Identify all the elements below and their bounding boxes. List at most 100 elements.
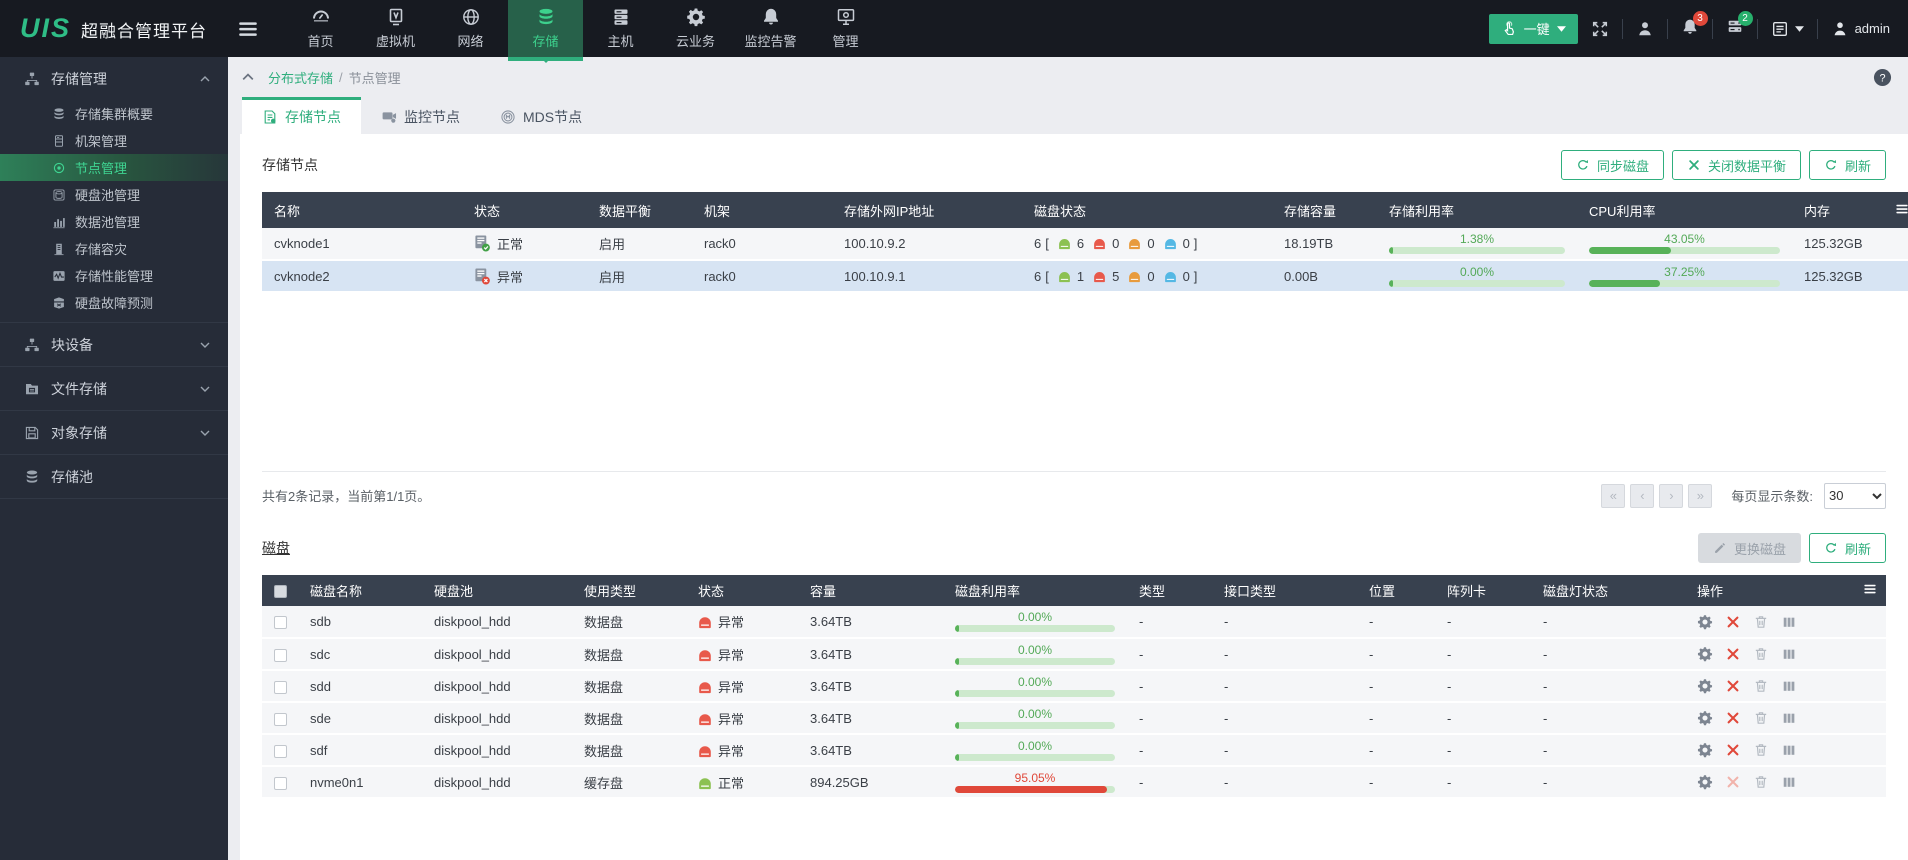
one-key-button[interactable]: 一键 — [1488, 13, 1578, 44]
sidebar-group-header-1[interactable]: 块设备 — [0, 323, 228, 366]
disk-row-sdd[interactable]: sdd diskpool_hdd 数据盘 异常 3.64TB 0.00% - - - - - — [262, 670, 1886, 703]
settings-icon[interactable] — [1697, 742, 1713, 758]
delete-icon[interactable] — [1753, 774, 1769, 790]
node-row-cvknode2[interactable]: cvknode2 异常 启用 rack0 100.10.9.1 6[1 5 0 0] 0.00B 0… — [262, 260, 1908, 293]
sidebar-group-header-2[interactable]: 文件存储 — [0, 367, 228, 410]
tab-0[interactable]: 存储节点 — [242, 97, 361, 134]
sidebar-item-0-7[interactable]: 硬盘故障预测 — [0, 289, 228, 316]
row-checkbox[interactable] — [274, 712, 287, 726]
nav-item-2[interactable]: 网络 — [433, 0, 508, 57]
settings-icon[interactable] — [1697, 646, 1713, 662]
app-title: 超融合管理平台 — [81, 22, 208, 41]
settings-icon[interactable] — [1697, 774, 1713, 790]
nodes-header-row: 名称 状态 数据平衡 机架 存储外网IP地址 磁盘状态 存储容量 存储利用率 CPU利用率 内存 — [262, 192, 1908, 228]
node-capacity: 0.00B — [1272, 260, 1377, 293]
list-menu-button[interactable] — [1771, 20, 1804, 38]
sidebar-item-0-3[interactable]: 硬盘池管理 — [0, 181, 228, 208]
nodes-section-buttons: 同步磁盘 关闭数据平衡 刷新 — [1560, 150, 1886, 180]
settings-icon[interactable] — [1697, 678, 1713, 694]
nav-item-label: 存储 — [532, 34, 559, 49]
settings-icon[interactable] — [1697, 710, 1713, 726]
delete-icon[interactable] — [1753, 710, 1769, 726]
disk-raid-card: - — [1435, 766, 1531, 799]
row-checkbox[interactable] — [274, 744, 287, 758]
nodes_section-button-0[interactable]: 同步磁盘 — [1560, 150, 1664, 180]
first-page-button[interactable]: « — [1601, 483, 1626, 508]
remove-icon[interactable] — [1725, 710, 1741, 726]
locate-icon[interactable] — [1781, 646, 1797, 662]
sidebar-item-0-5[interactable]: 存储容灾 — [0, 235, 228, 262]
locate-icon[interactable] — [1781, 614, 1797, 630]
disk-row-sdf[interactable]: sdf diskpool_hdd 数据盘 异常 3.64TB 0.00% - - - - - — [262, 734, 1886, 767]
locate-icon[interactable] — [1781, 774, 1797, 790]
nav-item-1[interactable]: 虚拟机 — [358, 0, 433, 57]
nav-items: 首页 虚拟机 网络 存储 主机 云业务 监控告警 管理 — [283, 0, 883, 63]
refresh-icon — [1824, 158, 1838, 172]
nav-item-3[interactable]: 存储 — [508, 0, 584, 63]
disk-row-sde[interactable]: sde diskpool_hdd 数据盘 异常 3.64TB 0.00% - - - - - — [262, 702, 1886, 735]
row-checkbox[interactable] — [274, 616, 287, 630]
disks_section-button-0[interactable]: 更换磁盘 — [1697, 533, 1801, 563]
fullscreen-icon[interactable] — [1591, 20, 1609, 38]
node-row-cvknode1[interactable]: cvknode1 正常 启用 rack0 100.10.9.2 6[6 0 0 0] 18.19T… — [262, 228, 1908, 261]
tab-1[interactable]: 监控节点 — [361, 97, 480, 134]
node-capacity: 18.19TB — [1272, 228, 1377, 261]
pagination-buttons: «‹ ›» — [1601, 483, 1713, 508]
disk-row-nvme0n1[interactable]: nvme0n1 diskpool_hdd 缓存盘 正常 894.25GB 95.05% - -… — [262, 766, 1886, 799]
tab-2[interactable]: MDS节点 — [480, 97, 602, 134]
sidebar-group-header-3[interactable]: 对象存储 — [0, 411, 228, 454]
prev-page-button[interactable]: ‹ — [1630, 483, 1655, 508]
person-icon[interactable] — [1636, 20, 1654, 38]
help-icon[interactable]: ? — [1873, 68, 1892, 87]
nav-item-4[interactable]: 主机 — [583, 0, 658, 57]
sidebar-item-0-4[interactable]: 数据池管理 — [0, 208, 228, 235]
delete-icon[interactable] — [1753, 678, 1769, 694]
user-menu[interactable]: admin — [1831, 20, 1890, 38]
sidebar-item-0-6[interactable]: 存储性能管理 — [0, 262, 228, 289]
locate-icon[interactable] — [1781, 742, 1797, 758]
nav-item-0[interactable]: 首页 — [283, 0, 358, 57]
column-settings-icon[interactable] — [1862, 582, 1878, 596]
sidebar-collapse-icon[interactable] — [242, 73, 254, 81]
sidebar-item-0-1[interactable]: 机架管理 — [0, 127, 228, 154]
locate-icon[interactable] — [1781, 710, 1797, 726]
delete-icon[interactable] — [1753, 614, 1769, 630]
page-size-select[interactable]: 30 — [1824, 482, 1886, 509]
disk-row-sdb[interactable]: sdb diskpool_hdd 数据盘 异常 3.64TB 0.00% - - - - - — [262, 606, 1886, 639]
nodes_section-button-1[interactable]: 关闭数据平衡 — [1671, 150, 1801, 180]
nav-item-5[interactable]: 云业务 — [658, 0, 733, 57]
remove-icon[interactable] — [1725, 774, 1741, 790]
alarm-bell-button[interactable]: 3 — [1681, 11, 1708, 39]
sidebar-item-0-0[interactable]: 存储集群概要 — [0, 100, 228, 127]
chevron-down-icon — [200, 386, 210, 392]
disk-row-sdc[interactable]: sdc diskpool_hdd 数据盘 异常 3.64TB 0.00% - - - - - — [262, 638, 1886, 671]
disk-interface: - — [1212, 638, 1357, 671]
last-page-button[interactable]: » — [1688, 483, 1713, 508]
row-checkbox[interactable] — [274, 680, 287, 694]
remove-icon[interactable] — [1725, 614, 1741, 630]
nav-item-7[interactable]: 管理 — [808, 0, 883, 57]
delete-icon[interactable] — [1753, 742, 1769, 758]
delete-icon[interactable] — [1753, 646, 1769, 662]
nodes_section-button-2[interactable]: 刷新 — [1808, 150, 1886, 180]
menu-icon[interactable] — [237, 18, 259, 40]
select-all-checkbox[interactable] — [274, 585, 287, 599]
tab-label: 存储节点 — [285, 109, 341, 125]
sidebar-group-header-4[interactable]: 存储池 — [0, 455, 228, 498]
disks_section-button-1[interactable]: 刷新 — [1808, 533, 1886, 563]
remove-icon[interactable] — [1725, 742, 1741, 758]
row-checkbox[interactable] — [274, 648, 287, 662]
remove-icon[interactable] — [1725, 678, 1741, 694]
locate-icon[interactable] — [1781, 678, 1797, 694]
settings-icon[interactable] — [1697, 614, 1713, 630]
sidebar-item-0-2[interactable]: 节点管理 — [0, 154, 228, 181]
sidebar-group-header-0[interactable]: 存储管理 — [0, 57, 228, 100]
column-settings-icon[interactable] — [1894, 202, 1908, 216]
remove-icon[interactable] — [1725, 646, 1741, 662]
row-checkbox[interactable] — [274, 776, 287, 790]
task-button[interactable]: 2 — [1726, 11, 1753, 39]
breadcrumb-parent[interactable]: 分布式存储 — [268, 68, 333, 87]
disks-col-header: 磁盘灯状态 — [1531, 575, 1685, 606]
nav-item-6[interactable]: 监控告警 — [733, 0, 808, 57]
next-page-button[interactable]: › — [1659, 483, 1684, 508]
